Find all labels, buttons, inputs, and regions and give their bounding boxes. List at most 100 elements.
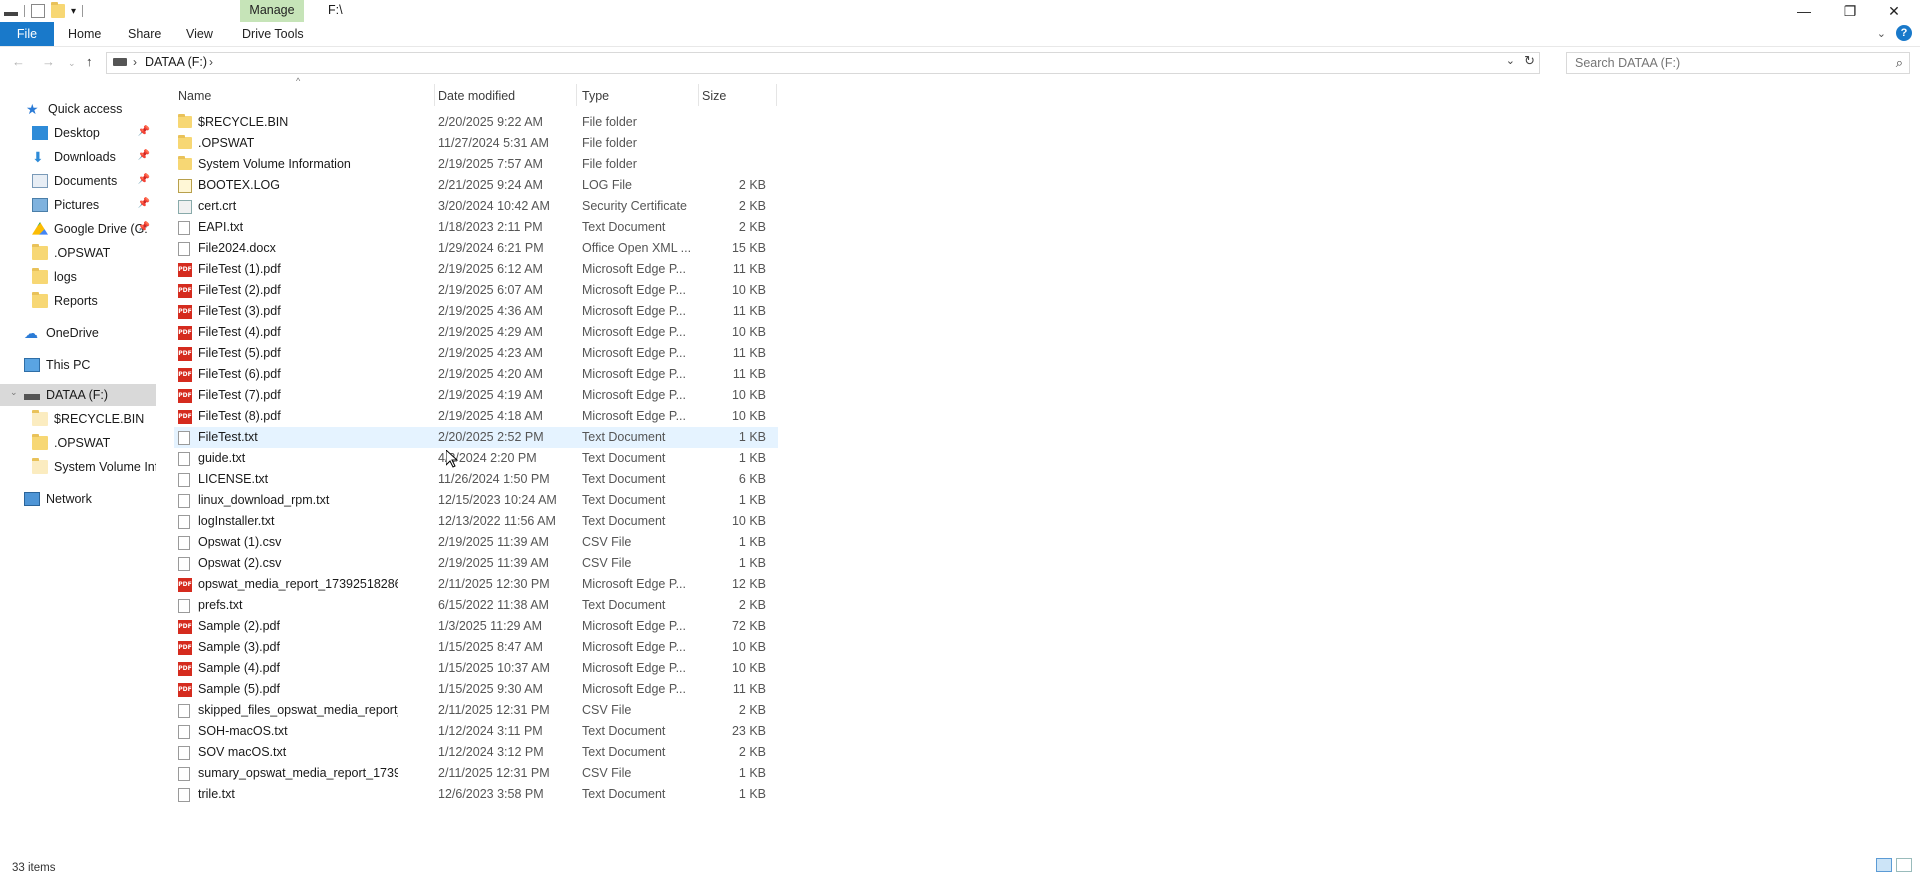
file-row[interactable]: System Volume Information 2/19/2025 7:57 … bbox=[174, 154, 778, 175]
file-row[interactable]: logInstaller.txt 12/13/2022 11:56 AM Text … bbox=[174, 511, 778, 532]
restore-icon[interactable]: ❐ bbox=[1830, 0, 1870, 22]
column-resize-handle[interactable] bbox=[576, 84, 577, 106]
file-row[interactable]: PDF FileTest (7).pdf 2/19/2025 4:19 AM Micr… bbox=[174, 385, 778, 406]
nav-quick-access[interactable]: ★ Quick access bbox=[0, 98, 156, 120]
properties-icon[interactable] bbox=[31, 4, 45, 18]
nav-system-volume-info[interactable]: System Volume Info bbox=[0, 456, 156, 478]
nav-recycle-bin[interactable]: $RECYCLE.BIN bbox=[0, 408, 156, 430]
nav-this-pc[interactable]: This PC bbox=[0, 354, 156, 376]
nav-documents[interactable]: Documents 📌 bbox=[0, 170, 156, 192]
large-icons-view-icon[interactable] bbox=[1896, 858, 1912, 872]
column-header-date[interactable]: Date modified bbox=[438, 86, 574, 106]
file-row[interactable]: PDF FileTest (8).pdf 2/19/2025 4:18 AM Micr… bbox=[174, 406, 778, 427]
file-row[interactable]: PDF FileTest (4).pdf 2/19/2025 4:29 AM Micr… bbox=[174, 322, 778, 343]
chevron-right-icon[interactable]: › bbox=[209, 55, 213, 69]
file-type: Microsoft Edge P... bbox=[582, 283, 686, 297]
file-row[interactable]: PDF Sample (5).pdf 1/15/2025 9:30 AM Micros… bbox=[174, 679, 778, 700]
nav-onedrive[interactable]: ☁ OneDrive bbox=[0, 322, 156, 344]
file-type: Microsoft Edge P... bbox=[582, 640, 686, 654]
file-row[interactable]: linux_download_rpm.txt 12/15/2023 10:24 A… bbox=[174, 490, 778, 511]
file-row[interactable]: .OPSWAT 11/27/2024 5:31 AM File folder bbox=[174, 133, 778, 154]
file-row[interactable]: File2024.docx 1/29/2024 6:21 PM Office Ope… bbox=[174, 238, 778, 259]
file-row[interactable]: PDF FileTest (1).pdf 2/19/2025 6:12 AM Micr… bbox=[174, 259, 778, 280]
new-folder-icon[interactable] bbox=[51, 2, 65, 18]
search-icon[interactable]: ⌕ bbox=[1896, 55, 1903, 71]
nav-reports[interactable]: Reports bbox=[0, 290, 156, 312]
mouse-cursor bbox=[445, 448, 459, 471]
file-date-modified: 2/19/2025 6:07 AM bbox=[438, 283, 543, 297]
column-header-size[interactable]: Size bbox=[702, 86, 774, 106]
up-icon[interactable]: ↑ bbox=[86, 54, 93, 69]
file-row[interactable]: Opswat (2).csv 2/19/2025 11:39 AM CSV File… bbox=[174, 553, 778, 574]
file-row[interactable]: PDF opswat_media_report_1739251828669258.… bbox=[174, 574, 778, 595]
file-row[interactable]: PDF Sample (3).pdf 1/15/2025 8:47 AM Micros… bbox=[174, 637, 778, 658]
nav-google-drive[interactable]: Google Drive (G: 📌 bbox=[0, 218, 156, 240]
file-row[interactable]: cert.crt 3/20/2024 10:42 AM Security Certi… bbox=[174, 196, 778, 217]
nav-opswat-drive[interactable]: .OPSWAT bbox=[0, 432, 156, 454]
file-name: Sample (3).pdf bbox=[198, 640, 280, 654]
breadcrumb-drive[interactable]: DATAA (F:) bbox=[145, 55, 207, 69]
close-icon[interactable]: ✕ bbox=[1874, 0, 1914, 22]
forward-icon[interactable]: → bbox=[42, 54, 55, 69]
help-icon[interactable]: ? bbox=[1896, 25, 1912, 41]
file-date-modified: 1/12/2024 3:11 PM bbox=[438, 724, 543, 738]
file-row[interactable]: LICENSE.txt 11/26/2024 1:50 PM Text Docume… bbox=[174, 469, 778, 490]
file-row[interactable]: EAPI.txt 1/18/2023 2:11 PM Text Document 2 … bbox=[174, 217, 778, 238]
column-header-type[interactable]: Type bbox=[582, 86, 698, 106]
tab-drive-tools[interactable]: Drive Tools bbox=[242, 22, 304, 46]
file-row[interactable]: skipped_files_opswat_media_report_1739..… bbox=[174, 700, 778, 721]
file-row[interactable]: SOH-macOS.txt 1/12/2024 3:11 PM Text Docum… bbox=[174, 721, 778, 742]
back-icon[interactable]: ← bbox=[12, 54, 25, 69]
tab-share[interactable]: Share bbox=[128, 22, 161, 46]
file-name: FileTest (5).pdf bbox=[198, 346, 281, 360]
file-row[interactable]: prefs.txt 6/15/2022 11:38 AM Text Document… bbox=[174, 595, 778, 616]
refresh-icon[interactable]: ↻ bbox=[1524, 53, 1535, 69]
file-row[interactable]: PDF FileTest (6).pdf 2/19/2025 4:20 AM Micr… bbox=[174, 364, 778, 385]
nav-pictures[interactable]: Pictures 📌 bbox=[0, 194, 156, 216]
chevron-down-icon[interactable]: ⌄ bbox=[1506, 54, 1515, 67]
nav-downloads[interactable]: ⬇ Downloads 📌 bbox=[0, 146, 156, 168]
folder-icon bbox=[32, 458, 48, 474]
file-row[interactable]: PDF Sample (4).pdf 1/15/2025 10:37 AM Micro… bbox=[174, 658, 778, 679]
tab-view[interactable]: View bbox=[186, 22, 213, 46]
minimize-icon[interactable]: — bbox=[1784, 0, 1824, 22]
file-date-modified: 1/15/2025 9:30 AM bbox=[438, 682, 543, 696]
file-row[interactable]: SOV macOS.txt 1/12/2024 3:12 PM Text Docum… bbox=[174, 742, 778, 763]
file-date-modified: 1/29/2024 6:21 PM bbox=[438, 241, 544, 255]
file-row[interactable]: trile.txt 12/6/2023 3:58 PM Text Document 1… bbox=[174, 784, 778, 805]
file-size: 10 KB bbox=[731, 283, 766, 297]
file-row[interactable]: $RECYCLE.BIN 2/20/2025 9:22 AM File folder bbox=[174, 112, 778, 133]
nav-network[interactable]: Network bbox=[0, 488, 156, 510]
file-date-modified: 2/11/2025 12:31 PM bbox=[438, 703, 550, 717]
file-row[interactable]: guide.txt 4/2/2024 2:20 PM Text Document 1 … bbox=[174, 448, 778, 469]
nav-dataa-drive[interactable]: ⌄ DATAA (F:) bbox=[0, 384, 156, 406]
column-resize-handle[interactable] bbox=[698, 84, 699, 106]
customize-toolbar-icon[interactable]: ▾ bbox=[71, 6, 76, 17]
column-resize-handle[interactable] bbox=[776, 84, 777, 106]
search-input[interactable] bbox=[1573, 53, 1877, 73]
file-size: 10 KB bbox=[731, 325, 766, 339]
column-header-name[interactable]: Name bbox=[178, 86, 434, 106]
nav-logs[interactable]: logs bbox=[0, 266, 156, 288]
file-row[interactable]: PDF FileTest (3).pdf 2/19/2025 4:36 AM Micr… bbox=[174, 301, 778, 322]
file-row[interactable]: PDF FileTest (5).pdf 2/19/2025 4:23 AM Micr… bbox=[174, 343, 778, 364]
file-row[interactable]: Opswat (1).csv 2/19/2025 11:39 AM CSV File… bbox=[174, 532, 778, 553]
file-row[interactable]: BOOTEX.LOG 2/21/2025 9:24 AM LOG File 2 KB bbox=[174, 175, 778, 196]
recent-locations-icon[interactable]: ⌄ bbox=[68, 58, 76, 69]
column-resize-handle[interactable] bbox=[434, 84, 435, 106]
tab-file[interactable]: File bbox=[0, 22, 54, 46]
address-bar[interactable]: › DATAA (F:) › ⌄ ↻ bbox=[106, 52, 1540, 74]
nav-opswat[interactable]: .OPSWAT bbox=[0, 242, 156, 264]
file-row[interactable]: PDF FileTest (2).pdf 2/19/2025 6:07 AM Micr… bbox=[174, 280, 778, 301]
chevron-right-icon[interactable]: › bbox=[133, 55, 137, 69]
search-box[interactable]: ⌕ bbox=[1566, 52, 1910, 74]
file-row[interactable]: sumary_opswat_media_report_173925182... 2… bbox=[174, 763, 778, 784]
manage-contextual-tab[interactable]: Manage bbox=[240, 0, 304, 22]
chevron-down-icon[interactable]: ⌄ bbox=[10, 387, 18, 398]
expand-ribbon-icon[interactable]: ⌄ bbox=[1877, 27, 1886, 40]
nav-desktop[interactable]: Desktop 📌 bbox=[0, 122, 156, 144]
details-view-icon[interactable] bbox=[1876, 858, 1892, 872]
file-row[interactable]: PDF Sample (2).pdf 1/3/2025 11:29 AM Micros… bbox=[174, 616, 778, 637]
tab-home[interactable]: Home bbox=[68, 22, 101, 46]
file-row[interactable]: FileTest.txt 2/20/2025 2:52 PM Text Docume… bbox=[174, 427, 778, 448]
